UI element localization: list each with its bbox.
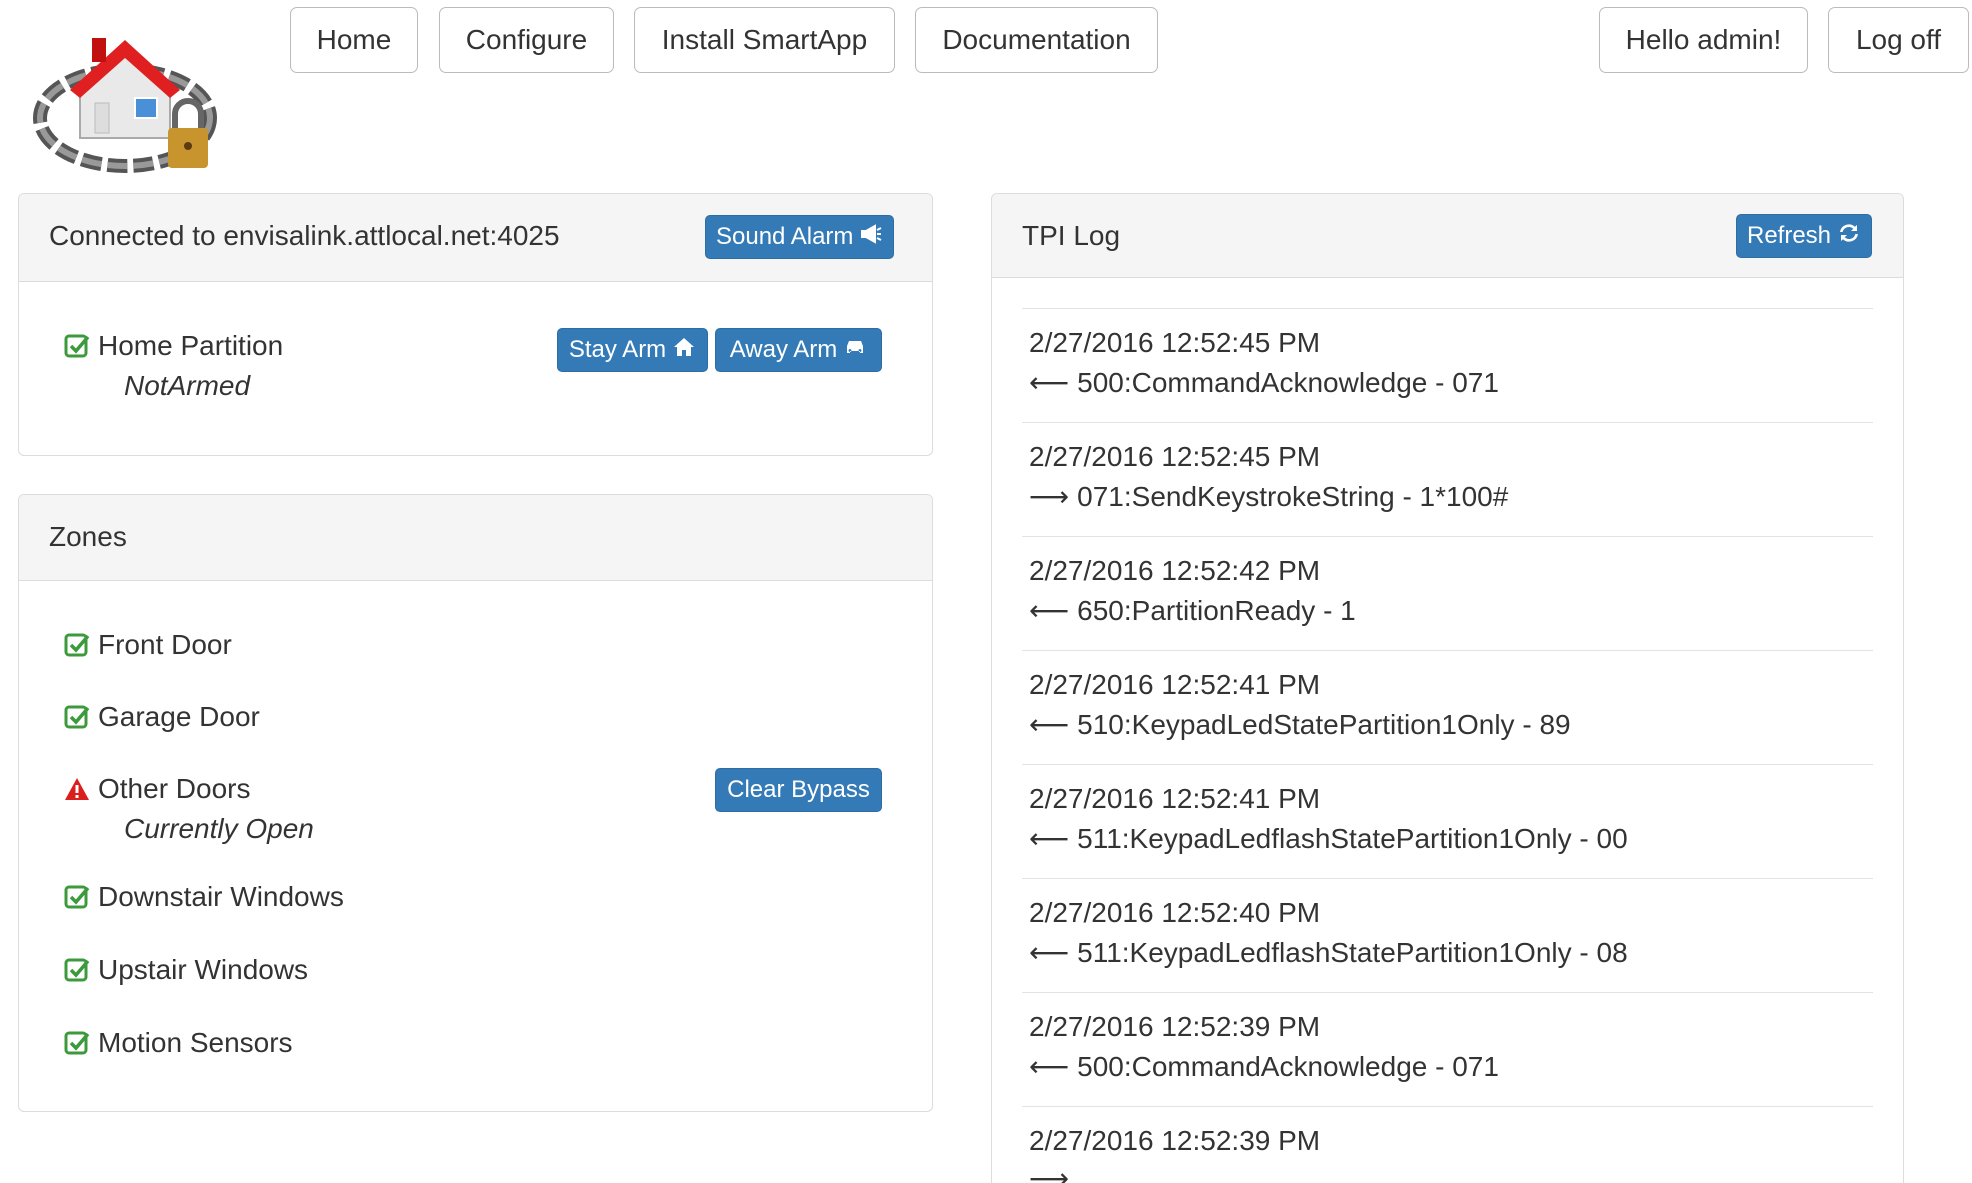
zone-name: Garage Door [98, 701, 260, 732]
home-icon [672, 335, 696, 366]
stay-arm-button[interactable]: Stay Arm [557, 328, 708, 372]
arrow-right-icon: ⟶ [1029, 1162, 1070, 1183]
log-time: 2/27/2016 12:52:45 PM [1029, 441, 1321, 472]
log-off-button[interactable]: Log off [1828, 7, 1969, 73]
refresh-button[interactable]: Refresh [1736, 214, 1872, 258]
zone-name: Other Doors [98, 773, 251, 804]
tpi-log-title: TPI Log [1022, 220, 1121, 251]
connection-title: Connected to envisalink.attlocal.net:402… [49, 220, 560, 251]
connection-panel-header: Connected to envisalink.attlocal.net:402… [19, 194, 932, 282]
log-time: 2/27/2016 12:52:39 PM [1029, 1125, 1321, 1156]
partition-status: NotArmed [124, 370, 251, 401]
zone-item: Upstair Windows [64, 954, 308, 986]
arrow-left-icon: ⟵ [1029, 936, 1070, 969]
arrow-left-icon: ⟵ [1029, 366, 1070, 399]
nav-home-button[interactable]: Home [290, 7, 418, 73]
log-entry: 2/27/2016 12:52:39 PM ⟵ 500:CommandAcknowl… [1022, 992, 1873, 1106]
arrow-left-icon: ⟵ [1029, 822, 1070, 855]
zone-name: Front Door [98, 629, 232, 660]
nav-documentation-button[interactable]: Documentation [915, 7, 1158, 73]
log-message-text: 071:SendKeystrokeString - 1*100# [1077, 481, 1509, 512]
log-entry: 2/27/2016 12:52:45 PM ⟶ 071:SendKeystrokeS… [1022, 422, 1873, 536]
zone-item: Other Doors [64, 773, 251, 805]
zone-item: Downstair Windows [64, 881, 344, 913]
tpi-log-header: TPI Log Refresh [992, 194, 1903, 278]
log-message: ⟵ 500:CommandAcknowledge - 071 [1029, 1051, 1499, 1083]
app-logo [20, 18, 242, 180]
log-time: 2/27/2016 12:52:41 PM [1029, 669, 1321, 700]
log-entry: 2/27/2016 12:52:41 PM ⟵ 510:KeypadLedState… [1022, 650, 1873, 764]
refresh-label: Refresh [1746, 222, 1832, 249]
log-message-text: 510:KeypadLedStatePartition1Only - 89 [1077, 709, 1571, 740]
zones-panel-header: Zones [19, 495, 932, 581]
zone-name: Upstair Windows [98, 954, 309, 985]
log-message: ⟵ 650:PartitionReady - 1 [1029, 595, 1356, 627]
check-square-icon [64, 333, 90, 359]
zone-item: Motion Sensors [64, 1027, 293, 1059]
check-square-icon [64, 1030, 90, 1056]
zones-panel: Zones Front Door Garage Door Other Doors… [18, 494, 933, 1112]
stay-arm-label: Stay Arm [568, 336, 667, 363]
nav-configure-button[interactable]: Configure [439, 7, 614, 73]
log-message: ⟵ 510:KeypadLedStatePartition1Only - 89 [1029, 709, 1571, 741]
check-square-icon [64, 957, 90, 983]
zones-title: Zones [49, 521, 127, 552]
user-greeting-button[interactable]: Hello admin! [1599, 7, 1808, 73]
log-message: ⟶ 071:SendKeystrokeString - 1*100# [1029, 481, 1508, 513]
log-time: 2/27/2016 12:52:40 PM [1029, 897, 1321, 928]
log-message-text: 650:PartitionReady - 1 [1077, 595, 1356, 626]
log-message-text: 511:KeypadLedflashStatePartition1Only - … [1077, 937, 1628, 968]
arrow-left-icon: ⟵ [1029, 708, 1070, 741]
zone-item: Front Door [64, 629, 232, 661]
arrow-left-icon: ⟵ [1029, 594, 1070, 627]
partition-row: Home Partition [64, 330, 283, 362]
log-time: 2/27/2016 12:52:45 PM [1029, 327, 1321, 358]
sound-alarm-label: Sound Alarm [716, 223, 854, 250]
connection-panel: Connected to envisalink.attlocal.net:402… [18, 193, 933, 456]
log-time: 2/27/2016 12:52:42 PM [1029, 555, 1321, 586]
log-entry: 2/27/2016 12:52:39 PM ⟶ [1022, 1106, 1873, 1183]
log-message: ⟶ [1029, 1165, 1077, 1183]
sound-alarm-button[interactable]: Sound Alarm [705, 215, 895, 259]
car-icon [843, 335, 867, 366]
log-entry: 2/27/2016 12:52:40 PM ⟵ 511:KeypadLedflash… [1022, 878, 1873, 992]
log-message-text: 500:CommandAcknowledge - 071 [1077, 1051, 1499, 1082]
log-message: ⟵ 511:KeypadLedflashStatePartition1Only -… [1029, 937, 1628, 969]
arrow-right-icon: ⟶ [1029, 480, 1070, 513]
tpi-log-panel: TPI Log Refresh 2/27/2016 12:52:45 PM ⟵ 50… [991, 193, 1904, 1183]
away-arm-label: Away Arm [729, 336, 838, 363]
zone-detail: Currently Open [124, 813, 314, 844]
arrow-left-icon: ⟵ [1029, 1050, 1070, 1083]
log-time: 2/27/2016 12:52:39 PM [1029, 1011, 1321, 1042]
check-square-icon [64, 884, 90, 910]
log-time: 2/27/2016 12:52:41 PM [1029, 783, 1321, 814]
log-entry: 2/27/2016 12:52:45 PM ⟵ 500:CommandAcknowl… [1022, 308, 1873, 422]
clear-bypass-label: Clear Bypass [727, 776, 870, 803]
zone-name: Motion Sensors [98, 1027, 293, 1058]
refresh-icon [1837, 221, 1861, 252]
zone-name: Downstair Windows [98, 881, 344, 912]
bullhorn-icon [859, 222, 883, 253]
log-entry: 2/27/2016 12:52:42 PM ⟵ 650:PartitionReady… [1022, 536, 1873, 650]
nav-install-smartapp-button[interactable]: Install SmartApp [634, 7, 895, 73]
log-entry: 2/27/2016 12:52:41 PM ⟵ 511:KeypadLedflash… [1022, 764, 1873, 878]
log-message: ⟵ 500:CommandAcknowledge - 071 [1029, 367, 1499, 399]
clear-bypass-button[interactable]: Clear Bypass [715, 768, 882, 812]
away-arm-button[interactable]: Away Arm [715, 328, 882, 372]
zone-item: Garage Door [64, 701, 260, 733]
log-message-text: 500:CommandAcknowledge - 071 [1077, 367, 1499, 398]
check-square-icon [64, 632, 90, 658]
log-message-text: 511:KeypadLedflashStatePartition1Only - … [1077, 823, 1628, 854]
partition-name: Home Partition [98, 330, 284, 361]
check-square-icon [64, 704, 90, 730]
warning-icon [64, 776, 90, 802]
log-message: ⟵ 511:KeypadLedflashStatePartition1Only -… [1029, 823, 1628, 855]
